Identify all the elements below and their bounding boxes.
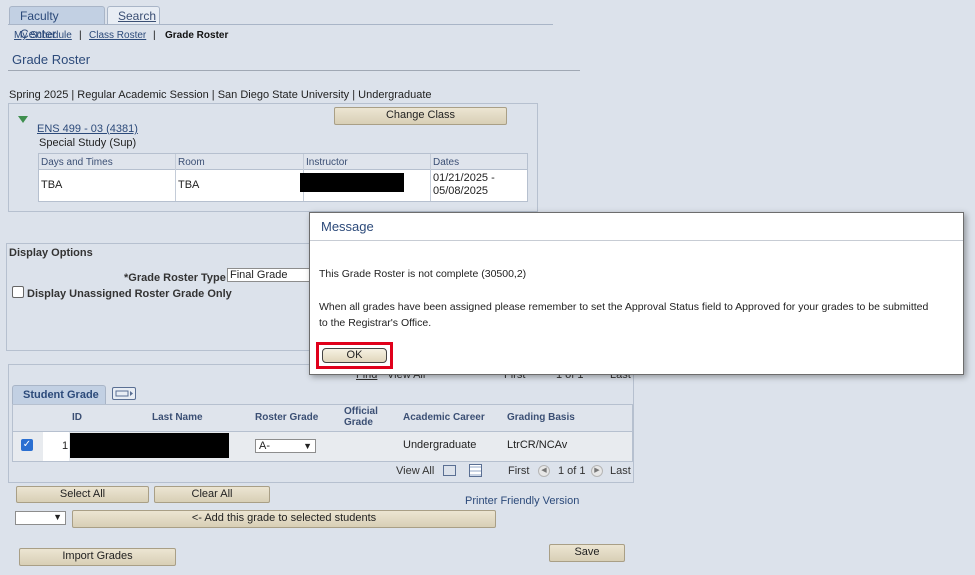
breadcrumb-class-roster[interactable]: Class Roster bbox=[89, 30, 146, 41]
roster-type-select[interactable]: Final Grade bbox=[227, 268, 317, 282]
col-id: ID bbox=[72, 412, 82, 423]
tab-divider bbox=[8, 24, 553, 25]
grid-expand-icon[interactable] bbox=[112, 387, 136, 400]
student-grade-tab-label: Student Grade bbox=[23, 389, 99, 401]
select-all-button[interactable]: Select All bbox=[16, 486, 149, 503]
first-link-bottom[interactable]: First bbox=[508, 465, 529, 477]
header-dates: Dates bbox=[433, 157, 460, 168]
message-dialog: Message This Grade Roster is not complet… bbox=[309, 212, 964, 375]
row-select-checkbox[interactable]: ✓ bbox=[21, 439, 33, 451]
page-title: Grade Roster bbox=[12, 52, 91, 67]
class-link[interactable]: ENS 499 - 03 (4381) bbox=[37, 123, 138, 135]
breadcrumb-separator: | bbox=[79, 30, 82, 41]
view-all-link-bottom[interactable]: View All bbox=[396, 465, 434, 477]
col-official-grade: Official Grade bbox=[344, 406, 378, 428]
grade-select[interactable]: ▼ bbox=[15, 511, 66, 525]
tab-search-label: Search bbox=[118, 9, 157, 23]
dialog-message-3: to the Registrar's Office. bbox=[319, 317, 432, 329]
breadcrumb-grade-roster: Grade Roster bbox=[165, 30, 229, 41]
tab-search[interactable]: Search bbox=[107, 6, 160, 25]
clear-all-button[interactable]: Clear All bbox=[154, 486, 270, 503]
dates-start: 01/21/2025 - bbox=[433, 172, 495, 184]
col-divider bbox=[175, 154, 176, 201]
dates-end: 05/08/2025 bbox=[433, 185, 489, 197]
range-text-bottom: 1 of 1 bbox=[558, 465, 586, 477]
title-divider bbox=[8, 70, 580, 71]
unassigned-label: Display Unassigned Roster Grade Only bbox=[27, 288, 232, 300]
roster-type-label: *Grade Roster Type bbox=[124, 272, 226, 284]
dialog-message-1: This Grade Roster is not complete (30500… bbox=[319, 268, 527, 280]
save-button[interactable]: Save bbox=[549, 544, 625, 562]
add-grade-button[interactable]: <- Add this grade to selected students bbox=[72, 510, 496, 528]
days-times-value: TBA bbox=[41, 179, 63, 191]
last-link-bottom[interactable]: Last bbox=[610, 465, 631, 477]
change-class-button[interactable]: Change Class bbox=[334, 107, 507, 125]
display-options-title: Display Options bbox=[9, 247, 93, 259]
next-arrow-icon[interactable]: ▶ bbox=[591, 465, 603, 477]
breadcrumb-separator: | bbox=[153, 30, 156, 41]
header-instructor: Instructor bbox=[306, 157, 348, 168]
dialog-message-2: When all grades have been assigned pleas… bbox=[319, 301, 929, 313]
redacted-instructor bbox=[300, 173, 404, 192]
ok-highlight: OK bbox=[316, 342, 393, 369]
col-divider bbox=[430, 154, 431, 201]
room-value: TBA bbox=[178, 179, 200, 191]
row-number: 1 bbox=[62, 440, 69, 452]
class-description: Special Study (Sup) bbox=[39, 137, 137, 149]
unassigned-checkbox[interactable] bbox=[12, 286, 24, 298]
col-last-name: Last Name bbox=[152, 412, 203, 423]
term-line: Spring 2025 | Regular Academic Session |… bbox=[9, 89, 432, 101]
col-roster-grade: Roster Grade bbox=[255, 412, 319, 423]
redacted-student bbox=[70, 433, 229, 458]
chevron-down-icon: ▼ bbox=[53, 512, 62, 522]
chevron-down-icon: ▼ bbox=[303, 441, 312, 451]
academic-career-value: Undergraduate bbox=[403, 439, 477, 451]
zoom-icon[interactable] bbox=[443, 465, 456, 476]
roster-grade-value: A- bbox=[259, 440, 270, 452]
collapse-triangle-icon[interactable] bbox=[18, 116, 28, 123]
tab-faculty-center[interactable]: Faculty Center bbox=[9, 6, 105, 41]
dialog-title: Message bbox=[310, 213, 963, 241]
ok-button[interactable]: OK bbox=[322, 348, 387, 363]
printer-friendly-link[interactable]: Printer Friendly Version bbox=[465, 495, 579, 507]
col-grading-basis: Grading Basis bbox=[507, 412, 575, 423]
header-room: Room bbox=[178, 157, 205, 168]
student-grade-tab[interactable]: Student Grade bbox=[12, 385, 106, 404]
download-icon[interactable] bbox=[469, 464, 482, 477]
import-grades-button[interactable]: Import Grades bbox=[19, 548, 176, 566]
prev-arrow-icon[interactable]: ◀ bbox=[538, 465, 550, 477]
roster-grade-select[interactable]: A- ▼ bbox=[255, 439, 316, 453]
grading-basis-value: LtrCR/NCAv bbox=[507, 439, 568, 451]
header-days-times: Days and Times bbox=[41, 157, 113, 168]
col-academic-career: Academic Career bbox=[403, 412, 485, 423]
breadcrumb-my-schedule[interactable]: My Schedule bbox=[14, 30, 72, 41]
